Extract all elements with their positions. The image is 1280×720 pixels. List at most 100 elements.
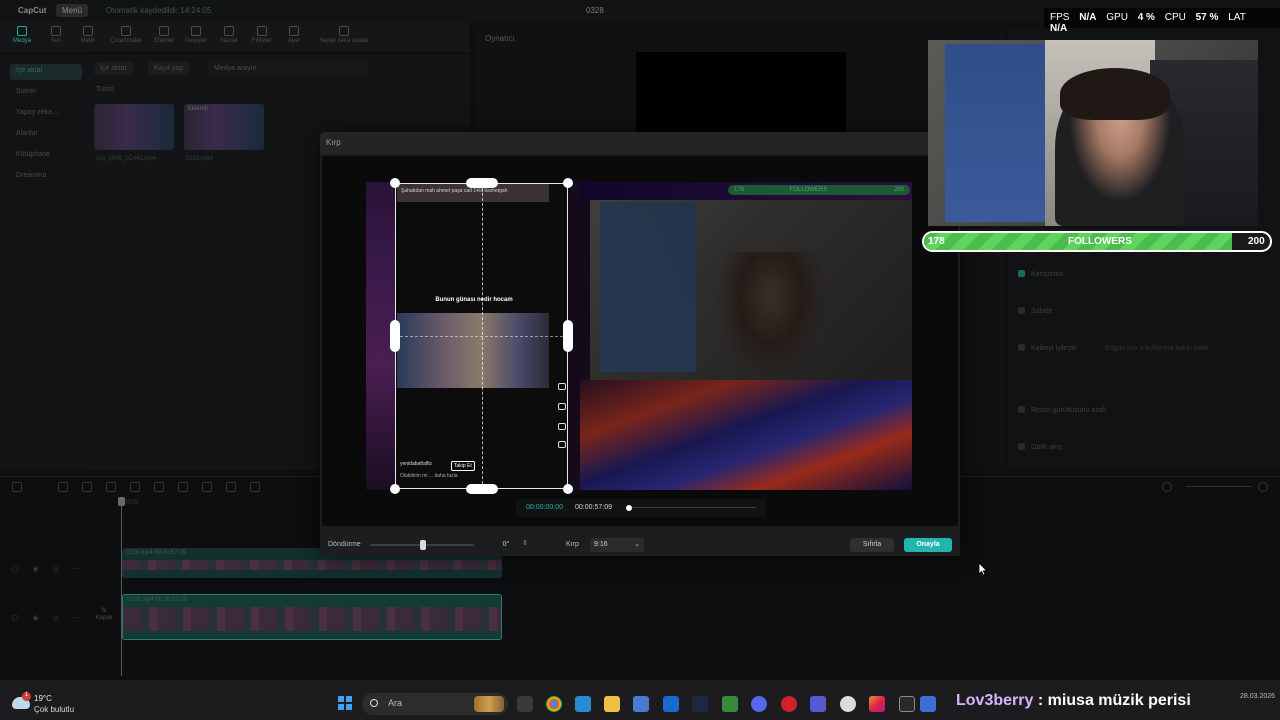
menu-button[interactable]: Menü [56, 4, 89, 17]
split-icon[interactable] [106, 482, 116, 492]
crop-handle-right[interactable] [563, 320, 573, 352]
sidebar-item-dreamina[interactable]: Dreamina [10, 169, 82, 185]
teams-icon[interactable] [810, 696, 826, 712]
filter-label: Tümü [96, 86, 114, 93]
toggle[interactable] [1018, 270, 1025, 277]
store-icon[interactable] [633, 696, 649, 712]
media-icon [17, 26, 27, 36]
sidebar-item-library[interactable]: Kütüphane [10, 148, 82, 164]
tab-text[interactable]: Metin [68, 26, 108, 44]
toggle[interactable] [1018, 443, 1025, 450]
bookmark-icon [558, 441, 566, 448]
weather-temp[interactable]: 19°C [34, 694, 52, 703]
more-tools-icon[interactable] [250, 482, 260, 492]
sidebar-item-spaces[interactable]: Alanlar [10, 127, 82, 143]
chat-ticker: Lov3berry : miusa müzik perisi [956, 692, 1191, 710]
tab-adjust[interactable]: Ayar [274, 26, 314, 44]
trim-right-icon[interactable] [154, 482, 164, 492]
clip-label: 0328.mp4 00:00:57:09 [127, 597, 188, 603]
sidebar-item-yours[interactable]: Sizinki [10, 85, 82, 101]
followers-label: FOLLOWERS [1068, 236, 1132, 247]
steam-icon[interactable] [692, 696, 708, 712]
rotation-stepper-icon[interactable]: ⇕ [522, 539, 528, 547]
crop-handle-top-left[interactable] [390, 178, 400, 188]
confirm-button[interactable]: Onayla [904, 538, 952, 552]
tab-stickers[interactable]: Çıkartmalar [106, 26, 146, 44]
track-controls[interactable]: ▢ ◉ ◎ ⋯ [12, 565, 86, 573]
search-icon [370, 699, 378, 707]
denoise-row[interactable]: Resim gürültüsünü azalt [1018, 406, 1106, 414]
playhead-handle[interactable] [118, 497, 125, 506]
crop-handle-bottom-right[interactable] [563, 484, 573, 494]
media-clip-thumb[interactable]: Eklendi [184, 104, 264, 150]
select-tool-icon[interactable] [12, 482, 22, 492]
sidebar-item-ai[interactable]: Yapay zeka ... [10, 106, 82, 122]
stream-icon[interactable] [920, 696, 936, 712]
chatgpt-icon[interactable] [840, 696, 856, 712]
enhance-quality-row[interactable]: Kaliteyi iyileştir Bugün için 3 kullanma … [1018, 344, 1209, 352]
rotation-value-input[interactable]: 0° [490, 539, 522, 551]
followers-current: 178 [928, 236, 945, 247]
crop-handle-top-right[interactable] [563, 178, 573, 188]
monitor-icon[interactable] [575, 696, 591, 712]
zoom-out-icon[interactable] [1162, 482, 1172, 492]
marker-icon[interactable] [202, 482, 212, 492]
taskview-icon[interactable] [517, 696, 533, 712]
track-controls[interactable]: ▢ ◉ ◎ ⋯ [12, 614, 86, 622]
record-button[interactable]: Kayıt yap [148, 62, 190, 75]
player-title: Oynatıcı [485, 34, 515, 43]
autosave-status: Otomatik kaydedildi: 14:24:05 [106, 6, 212, 15]
explorer-icon[interactable] [604, 696, 620, 712]
filter-icon [257, 26, 267, 36]
optical-flow-row[interactable]: Optik akış [1018, 443, 1062, 451]
stabilize-row[interactable]: Sabitle [1018, 307, 1052, 315]
taskbar-date[interactable]: 28.03.2026 [1240, 693, 1275, 700]
media-clip-thumb[interactable] [94, 104, 174, 150]
crop-handle-bottom[interactable] [466, 484, 498, 494]
chrome-icon[interactable] [546, 696, 562, 712]
gpu-stat: GPU 4 % [1106, 12, 1155, 23]
phone-username: yenidabaftalfiz [400, 461, 432, 467]
crop-tool-icon[interactable] [226, 482, 236, 492]
discord-icon[interactable] [751, 696, 767, 712]
sticker-icon [121, 26, 131, 36]
media-search-input[interactable]: Medya arayın [208, 62, 368, 75]
crop-ratio-select[interactable]: 9:16 ⌄ [590, 538, 644, 552]
playback-track[interactable] [632, 507, 756, 508]
tool-tabs: Medya Ses Metin Çıkartmalar Efektler Geç… [0, 22, 470, 52]
opera-icon[interactable] [781, 696, 797, 712]
weather-desc[interactable]: Çok bulutlu [34, 705, 74, 714]
playback-knob[interactable] [626, 505, 632, 511]
sidebar-item-import[interactable]: İçe aktar [10, 64, 82, 80]
blend-row[interactable]: Karıştırma [1018, 270, 1063, 278]
undo-icon[interactable] [58, 482, 68, 492]
crop-handle-top[interactable] [466, 178, 498, 188]
media-clip-name: 0328.mp4 [186, 156, 213, 162]
redo-icon[interactable] [82, 482, 92, 492]
mail-icon[interactable] [663, 696, 679, 712]
instagram-icon[interactable] [869, 696, 885, 712]
toggle[interactable] [1018, 406, 1025, 413]
zoom-slider[interactable] [1186, 486, 1252, 487]
reset-button[interactable]: Sıfırla [850, 538, 894, 552]
capcut-icon[interactable] [899, 696, 915, 712]
timeline-clip[interactable]: 0328.mp4 00:00:57:09 [122, 594, 502, 640]
trim-left-icon[interactable] [130, 482, 140, 492]
minecraft-icon[interactable] [722, 696, 738, 712]
toggle[interactable] [1018, 307, 1025, 314]
rotation-slider-handle[interactable] [420, 540, 426, 550]
playhead[interactable] [121, 498, 122, 676]
zoom-in-icon[interactable] [1258, 482, 1268, 492]
crop-handle-left[interactable] [390, 320, 400, 352]
import-button[interactable]: İçe aktar [94, 62, 133, 75]
start-button[interactable] [338, 696, 352, 710]
crop-handle-bottom-left[interactable] [390, 484, 400, 494]
delete-icon[interactable] [178, 482, 188, 492]
toggle[interactable] [1018, 344, 1025, 351]
webcam-person [716, 252, 826, 380]
player-screen[interactable] [636, 52, 846, 132]
tab-ai-avatar[interactable]: Yapay zekâ avatar [312, 26, 376, 44]
cover-button[interactable]: ✎ Kapak [92, 606, 116, 630]
followers-goal: 200 [1248, 236, 1265, 247]
phone-video-image [397, 313, 549, 388]
